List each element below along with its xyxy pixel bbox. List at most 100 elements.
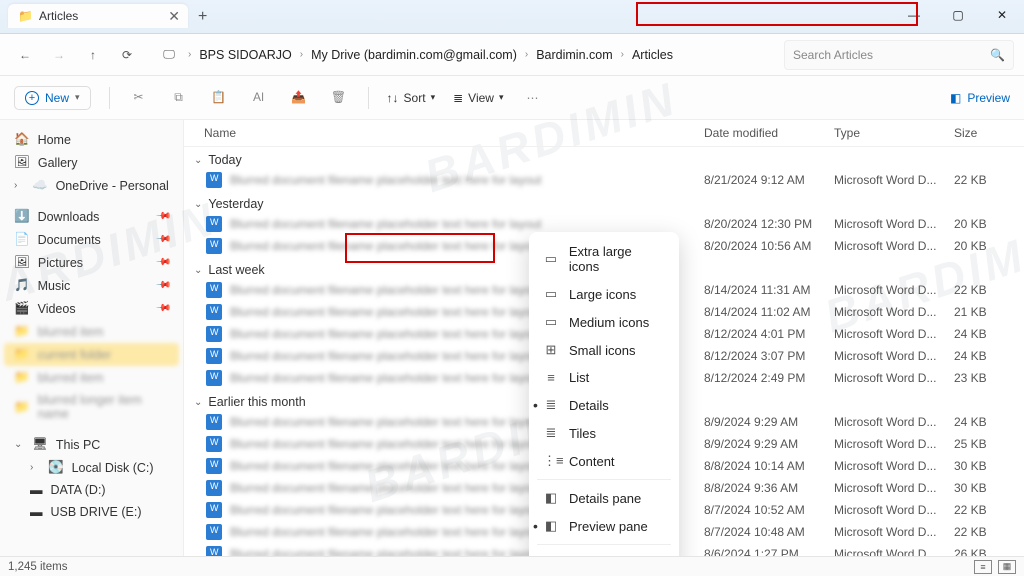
chevron-down-icon: ⌄ <box>194 155 202 166</box>
chevron-right-icon: › <box>14 180 24 191</box>
sidebar: 🏠Home 🖼Gallery ›☁️OneDrive - Personal ⬇️… <box>0 120 184 556</box>
file-size: 24 KB <box>954 327 1014 341</box>
close-button[interactable]: ✕ <box>980 0 1024 30</box>
pc-icon: 🖥 <box>32 437 48 452</box>
menu-item-preview-pane[interactable]: •◧Preview pane <box>529 512 679 540</box>
file-size: 24 KB <box>954 349 1014 363</box>
cut-icon[interactable]: ✂ <box>128 90 150 105</box>
tab-title: Articles <box>39 9 78 23</box>
sidebar-item-onedrive[interactable]: ›☁️OneDrive - Personal <box>4 174 179 197</box>
back-button[interactable]: ← <box>10 41 40 69</box>
layout-icon: ⊞ <box>543 342 559 358</box>
sidebar-item[interactable]: 📁blurred item <box>4 320 179 343</box>
file-size: 22 KB <box>954 173 1014 187</box>
more-button[interactable]: ⋯ <box>521 91 543 105</box>
file-row[interactable]: Blurred document filename placeholder te… <box>184 169 1024 191</box>
menu-item-small-icons[interactable]: ⊞Small icons <box>529 336 679 364</box>
menu-item-tiles[interactable]: ≣Tiles <box>529 419 679 447</box>
crumb[interactable]: Articles <box>628 45 677 65</box>
chevron-down-icon: ▾ <box>75 92 80 103</box>
search-input[interactable]: Search Articles 🔍 <box>784 40 1014 70</box>
delete-icon[interactable]: 🗑 <box>328 90 350 105</box>
sort-button[interactable]: ↑↓ Sort ▾ <box>387 91 436 105</box>
menu-item-medium-icons[interactable]: ▭Medium icons <box>529 308 679 336</box>
thumbnails-view-button[interactable]: ▦ <box>998 560 1016 574</box>
crumb[interactable]: BPS SIDOARJO <box>195 45 295 65</box>
layout-icon: ⋮≡ <box>543 453 559 469</box>
new-tab-button[interactable]: + <box>198 8 207 26</box>
folder-icon: 🎬 <box>14 301 30 316</box>
up-button[interactable]: ↑ <box>78 41 108 69</box>
column-date[interactable]: Date modified <box>704 126 834 140</box>
sidebar-item-videos[interactable]: 🎬Videos📌 <box>4 297 179 320</box>
layout-icon: ≣ <box>543 425 559 441</box>
group-header[interactable]: ⌄Today <box>184 147 1024 169</box>
sidebar-item[interactable]: 📁blurred item <box>4 366 179 389</box>
crumb[interactable]: My Drive (bardimin.com@gmail.com) <box>307 45 521 65</box>
word-file-icon <box>206 436 222 452</box>
menu-item-details[interactable]: •≣Details <box>529 391 679 419</box>
pane-icon: ◧ <box>543 490 559 506</box>
sidebar-item-selected[interactable]: 📁current folder <box>4 343 179 366</box>
menu-item-content[interactable]: ⋮≡Content <box>529 447 679 475</box>
menu-item-show[interactable]: Show› <box>529 549 679 556</box>
crumb[interactable]: Bardimin.com <box>532 45 616 65</box>
menu-item-large-icons[interactable]: ▭Large icons <box>529 280 679 308</box>
file-type: Microsoft Word D... <box>834 547 954 556</box>
preview-toggle[interactable]: ◧ Preview <box>950 91 1010 105</box>
sidebar-item-downloads[interactable]: ⬇️Downloads📌 <box>4 205 179 228</box>
sidebar-item-music[interactable]: 🎵Music📌 <box>4 274 179 297</box>
sidebar-item-drive[interactable]: ▬DATA (D:) <box>4 479 179 501</box>
new-label: New <box>45 91 69 105</box>
sidebar-item-thispc[interactable]: ⌄🖥This PC <box>4 433 179 456</box>
view-button[interactable]: ≣ View ▾ <box>453 91 503 105</box>
refresh-button[interactable]: ⟳ <box>112 41 142 69</box>
group-label: Last week <box>208 263 264 277</box>
new-button[interactable]: + New ▾ <box>14 86 91 110</box>
sidebar-item-drive[interactable]: ▬USB DRIVE (E:) <box>4 501 179 523</box>
pin-icon: 📌 <box>154 300 171 317</box>
maximize-button[interactable]: ▢ <box>936 0 980 30</box>
word-file-icon <box>206 458 222 474</box>
layout-icon: ▭ <box>543 251 559 267</box>
column-name[interactable]: Name <box>204 126 704 140</box>
paste-icon[interactable]: 📋 <box>208 90 230 105</box>
word-file-icon <box>206 326 222 342</box>
menu-item-label: Details pane <box>569 491 641 506</box>
monitor-icon: 🖵 <box>154 41 184 69</box>
menu-item-details-pane[interactable]: ◧ Details pane <box>529 484 679 512</box>
file-type: Microsoft Word D... <box>834 283 954 297</box>
group-header[interactable]: ⌄Yesterday <box>184 191 1024 213</box>
forward-button[interactable]: → <box>44 41 74 69</box>
rename-icon[interactable]: Aǀ <box>248 90 270 105</box>
close-tab-icon[interactable]: ✕ <box>168 8 180 25</box>
sidebar-item-home[interactable]: 🏠Home <box>4 128 179 151</box>
chevron-down-icon: ⌄ <box>14 439 24 450</box>
address-bar: ← → ↑ ⟳ 🖵 › BPS SIDOARJO › My Drive (bar… <box>0 34 1024 76</box>
file-type: Microsoft Word D... <box>834 349 954 363</box>
titlebar: 📁 Articles ✕ + — ▢ ✕ <box>0 0 1024 34</box>
share-icon[interactable]: 📤 <box>288 90 310 105</box>
sidebar-item-documents[interactable]: 📄Documents📌 <box>4 228 179 251</box>
drive-icon: ▬ <box>30 483 43 497</box>
sidebar-item-drive[interactable]: ›💽Local Disk (C:) <box>4 456 179 479</box>
sidebar-item-gallery[interactable]: 🖼Gallery <box>4 151 179 174</box>
separator <box>537 544 671 545</box>
file-size: 24 KB <box>954 415 1014 429</box>
menu-item-list[interactable]: ≡List <box>529 364 679 391</box>
window-tab[interactable]: 📁 Articles ✕ <box>8 4 188 28</box>
chevron-right-icon: › <box>525 49 528 60</box>
details-view-button[interactable]: ≡ <box>974 560 992 574</box>
plus-icon: + <box>25 91 39 105</box>
minimize-button[interactable]: — <box>892 0 936 30</box>
column-size[interactable]: Size <box>954 126 1014 140</box>
sidebar-item[interactable]: 📁blurred longer item name <box>4 389 179 425</box>
menu-item-extra-large-icons[interactable]: ▭ Extra large icons <box>529 238 679 280</box>
sidebar-item-label: OneDrive - Personal <box>56 179 169 193</box>
copy-icon[interactable]: ⧉ <box>168 90 190 105</box>
file-date: 8/21/2024 9:12 AM <box>704 173 834 187</box>
breadcrumb[interactable]: 🖵 › BPS SIDOARJO › My Drive (bardimin.co… <box>146 37 780 73</box>
sidebar-item-pictures[interactable]: 🖼Pictures📌 <box>4 251 179 274</box>
menu-item-label: Extra large icons <box>569 244 665 274</box>
column-type[interactable]: Type <box>834 126 954 140</box>
